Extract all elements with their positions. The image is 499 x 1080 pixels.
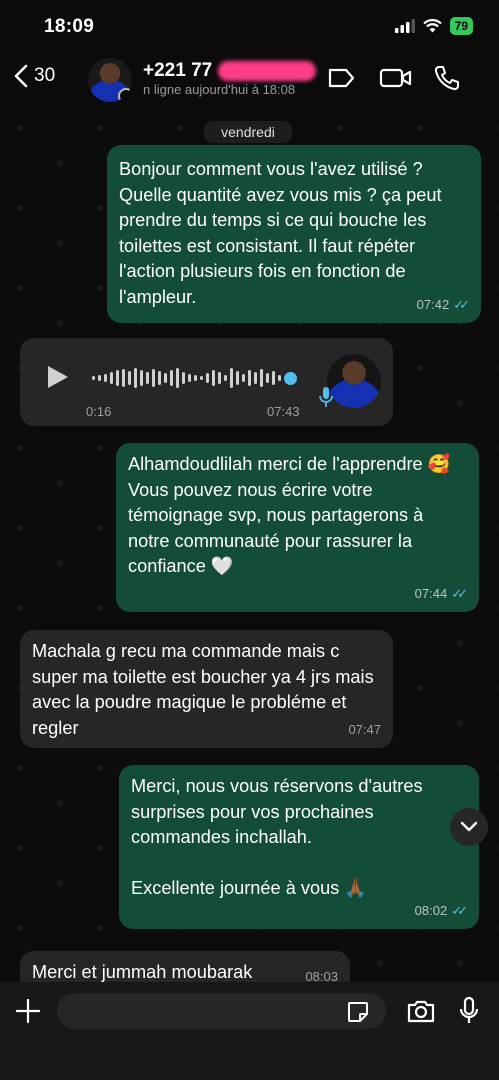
message-text: Merci, nous vous réservons d'autres surp… (131, 776, 423, 898)
voice-message[interactable]: 0:16 07:43 (20, 338, 393, 426)
message-text: Alhamdoudlilah merci de l'apprendre 🥰 Vo… (128, 454, 451, 576)
voice-duration: 0:16 (86, 404, 112, 419)
clock-icon (118, 88, 132, 102)
back-button[interactable]: 30 (14, 64, 55, 88)
mic-icon (318, 386, 334, 413)
message-incoming[interactable]: Merci et jummah moubarak 08:03 (20, 951, 350, 982)
contact-name[interactable]: +221 77 (143, 60, 212, 82)
message-composer (0, 982, 499, 1080)
battery-indicator: 79 (449, 17, 473, 35)
message-text: Bonjour comment vous l'avez utilisé ? Qu… (119, 159, 442, 307)
status-time: 18:09 (44, 16, 95, 37)
message-outgoing[interactable]: Alhamdoudlilah merci de l'apprendre 🥰 Vo… (116, 443, 479, 612)
last-seen-status: n ligne aujourd'hui à 18:08 (143, 82, 296, 97)
message-incoming[interactable]: Machala g recu ma commande mais c super … (20, 630, 393, 748)
message-meta: 07:44 ✓✓ (414, 581, 468, 607)
microphone-icon[interactable] (458, 996, 480, 1031)
message-time: 08:02 (414, 902, 448, 918)
message-meta: 08:03 (305, 964, 338, 983)
chat-header: 30 +221 77 n ligne aujourd'hui à 18:08 (0, 52, 499, 108)
status-icons: 79 (394, 17, 473, 35)
unread-count: 30 (34, 65, 56, 86)
sticker-icon[interactable] (346, 1000, 370, 1029)
plus-icon[interactable] (14, 997, 42, 1030)
waveform[interactable] (92, 366, 297, 390)
chevron-down-icon (460, 821, 478, 832)
read-ticks-icon: ✓✓ (451, 585, 468, 601)
message-time: 07:44 (414, 585, 448, 601)
contact-avatar[interactable] (88, 58, 132, 102)
message-outgoing[interactable]: Bonjour comment vous l'avez utilisé ? Qu… (107, 145, 481, 323)
message-text: Merci et jummah moubarak (32, 962, 253, 982)
message-outgoing[interactable]: Merci, nous vous réservons d'autres surp… (119, 765, 479, 929)
date-separator: vendredi (204, 121, 292, 143)
play-icon[interactable] (48, 366, 68, 388)
message-time: 07:42 (416, 296, 450, 312)
phone-icon[interactable] (433, 64, 461, 97)
chevron-left-icon (14, 64, 28, 88)
redaction-mark (218, 61, 316, 81)
chat-area[interactable]: vendredi Bonjour comment vous l'avez uti… (0, 108, 499, 982)
read-ticks-icon: ✓✓ (451, 902, 468, 918)
label-icon[interactable] (326, 64, 356, 97)
message-meta: 07:47 (348, 717, 381, 743)
sender-avatar (327, 354, 381, 408)
status-bar: 18:09 79 (0, 0, 499, 52)
voice-time: 07:43 (267, 404, 300, 419)
playback-knob[interactable] (284, 371, 297, 385)
message-meta: 08:02 ✓✓ (414, 898, 468, 924)
signal-icon (394, 19, 415, 33)
message-input[interactable] (57, 993, 386, 1029)
video-call-icon[interactable] (379, 64, 413, 97)
read-ticks-icon: ✓✓ (453, 296, 470, 312)
camera-icon[interactable] (406, 998, 436, 1029)
scroll-down-button[interactable] (450, 808, 488, 846)
message-text: Machala g recu ma commande mais c super … (32, 641, 374, 738)
message-meta: 07:42 ✓✓ (416, 292, 470, 318)
wifi-icon (422, 19, 442, 33)
message-time: 07:47 (348, 721, 381, 737)
message-time: 08:03 (305, 968, 338, 983)
